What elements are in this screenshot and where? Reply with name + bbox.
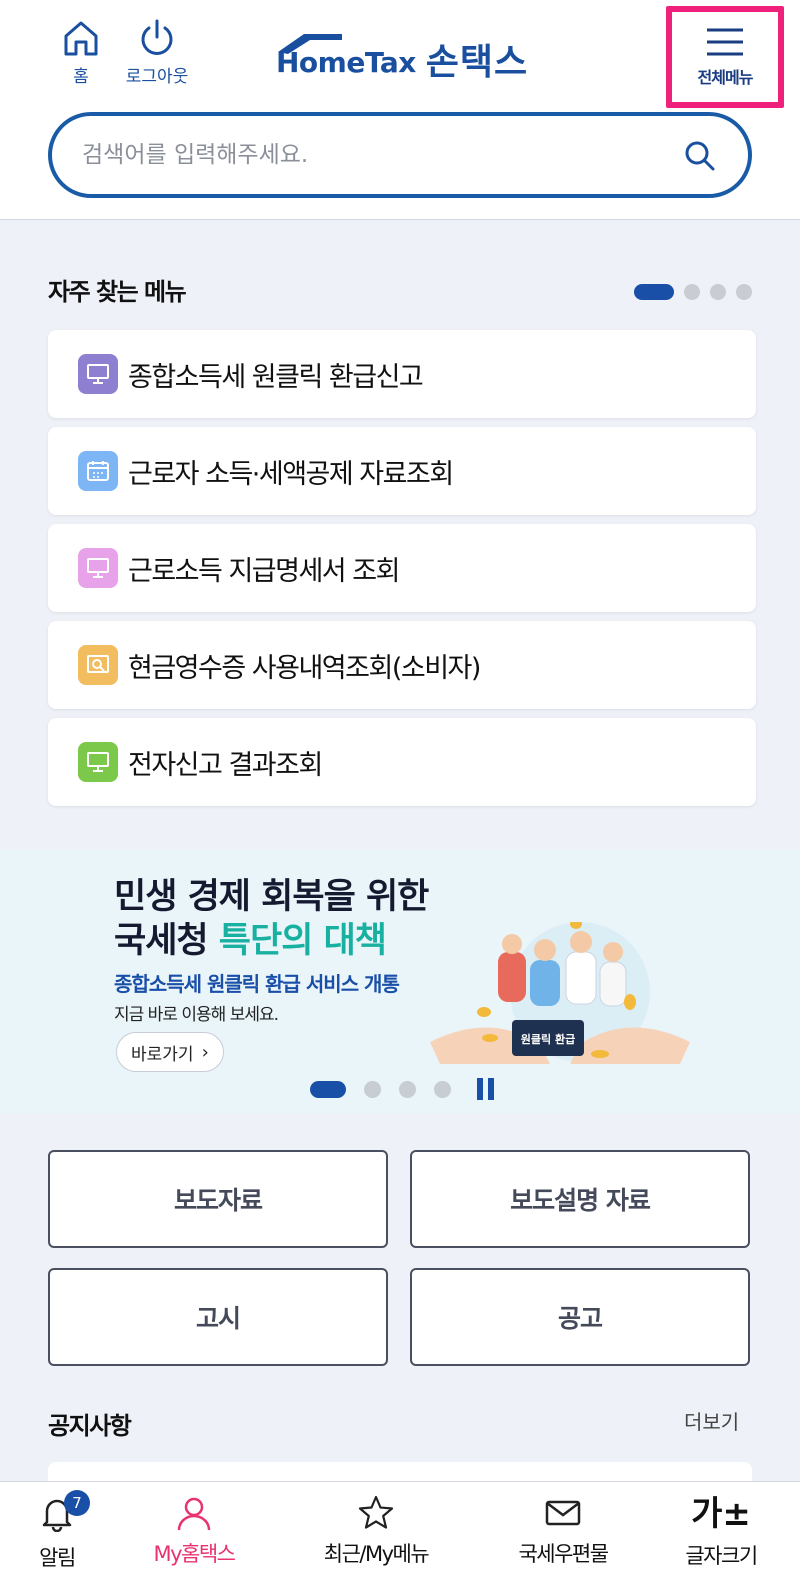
calendar-icon <box>78 451 118 491</box>
mail-icon <box>545 1500 581 1526</box>
nav-recent-menu[interactable]: 최근/My메뉴 <box>316 1494 436 1568</box>
receipt-search-icon <box>78 645 118 685</box>
full-menu-button[interactable]: 전체메뉴 <box>666 6 784 108</box>
logout-button[interactable]: 로그아웃 <box>120 18 194 87</box>
banner-pager <box>310 1078 494 1100</box>
banner-dot-3[interactable] <box>399 1080 416 1098</box>
logout-label: 로그아웃 <box>125 67 189 87</box>
bell-wrapper: 7 <box>38 1490 90 1536</box>
full-menu-label: 전체메뉴 <box>697 68 754 87</box>
search-box <box>48 112 752 198</box>
monitor-icon <box>78 742 118 782</box>
frequent-pager <box>634 284 752 300</box>
nav-my-hometax-label: My홈택스 <box>153 1542 236 1566</box>
chevron-right-icon: › <box>201 1041 209 1063</box>
banner-description: 지금 바로 이용해 보세요. <box>114 1005 279 1025</box>
nav-alarm[interactable]: 7 알림 <box>30 1490 90 1572</box>
roof-icon <box>278 34 342 54</box>
sign-text: 원클릭 환급 <box>521 1032 575 1046</box>
hamburger-icon <box>707 28 743 56</box>
monitor-icon <box>78 354 118 394</box>
announcement-button[interactable]: 공고 <box>410 1268 750 1366</box>
nav-recent-label: 최근/My메뉴 <box>323 1542 430 1566</box>
public-notice-button[interactable]: 고시 <box>48 1268 388 1366</box>
frequent-item-cash-receipt[interactable]: 현금영수증 사용내역조회(소비자) <box>48 621 756 709</box>
home-button[interactable]: 홈 <box>58 18 104 87</box>
banner-go-button[interactable]: 바로가기 › <box>116 1032 224 1072</box>
notices-title: 공지사항 <box>48 1412 132 1440</box>
search-input[interactable] <box>82 142 642 168</box>
home-label: 홈 <box>73 67 89 87</box>
banner-go-label: 바로가기 <box>131 1044 194 1065</box>
pager-dot-4[interactable] <box>736 284 752 300</box>
frequent-item-label: 종합소득세 원클릭 환급신고 <box>128 361 424 393</box>
nav-alarm-label: 알림 <box>39 1546 76 1570</box>
frequent-item-deduction-inquiry[interactable]: 근로자 소득·세액공제 자료조회 <box>48 427 756 515</box>
font-size-icon: 가± <box>691 1494 751 1534</box>
nav-font-size[interactable]: 가± 글자크기 <box>676 1494 766 1570</box>
press-explanation-button[interactable]: 보도설명 자료 <box>410 1150 750 1248</box>
pager-dot-3[interactable] <box>710 284 726 300</box>
nav-mail-label: 국세우편물 <box>518 1542 609 1566</box>
frequent-menu-list: 종합소득세 원클릭 환급신고 근로자 소득·세액공제 자료조회 근로소득 지급명… <box>48 330 756 815</box>
frequent-item-efiling-result[interactable]: 전자신고 결과조회 <box>48 718 756 806</box>
banner-headline-2: 국세청 특단의 대책 <box>114 912 387 963</box>
banner-headline-2-pre: 국세청 <box>114 921 219 961</box>
monitor-icon <box>78 548 118 588</box>
pager-dot-2[interactable] <box>684 284 700 300</box>
power-icon <box>141 19 173 55</box>
frequent-item-label: 근로소득 지급명세서 조회 <box>128 555 400 587</box>
alarm-badge: 7 <box>64 1490 90 1516</box>
bottom-navigation: 7 알림 My홈택스 최근/My메뉴 국세우편물 가± 글자크기 <box>0 1481 800 1583</box>
frequent-item-label: 근로자 소득·세액공제 자료조회 <box>128 458 454 490</box>
press-release-button[interactable]: 보도자료 <box>48 1150 388 1248</box>
hometax-logo[interactable]: HomeTax 손택스 <box>276 28 528 84</box>
user-icon <box>177 1497 211 1531</box>
banner-dot-2[interactable] <box>364 1080 381 1098</box>
star-icon <box>358 1495 394 1529</box>
banner-headline-highlight: 특단의 대책 <box>218 921 387 961</box>
frequent-item-label: 현금영수증 사용내역조회(소비자) <box>128 652 481 684</box>
nav-tax-mail[interactable]: 국세우편물 <box>510 1494 616 1568</box>
banner-dot-4[interactable] <box>434 1080 451 1098</box>
promo-banner[interactable]: 민생 경제 회복을 위한 국세청 특단의 대책 종합소득세 원클릭 환급 서비스… <box>0 850 800 1114</box>
banner-dot-1[interactable] <box>310 1080 346 1098</box>
home-icon <box>64 21 98 56</box>
top-header: 홈 로그아웃 HomeTax 손택스 전체메뉴 <box>0 0 800 220</box>
logo-sontax-text: 손택스 <box>425 42 529 83</box>
banner-subtitle: 종합소득세 원클릭 환급 서비스 개통 <box>114 972 400 996</box>
frequent-item-label: 전자신고 결과조회 <box>128 749 323 781</box>
refund-celebration-illustration: 원클릭 환급 <box>430 922 690 1064</box>
notices-more-link[interactable]: 더보기 <box>684 1406 739 1435</box>
pause-icon[interactable] <box>477 1078 494 1100</box>
nav-font-size-label: 글자크기 <box>685 1544 758 1568</box>
frequent-item-payment-statement[interactable]: 근로소득 지급명세서 조회 <box>48 524 756 612</box>
nav-my-hometax[interactable]: My홈택스 <box>144 1494 244 1568</box>
search-icon[interactable] <box>684 140 716 172</box>
frequent-item-oneclick-refund[interactable]: 종합소득세 원클릭 환급신고 <box>48 330 756 418</box>
pager-dot-1[interactable] <box>634 284 674 300</box>
frequent-menu-title: 자주 찾는 메뉴 <box>48 278 187 306</box>
